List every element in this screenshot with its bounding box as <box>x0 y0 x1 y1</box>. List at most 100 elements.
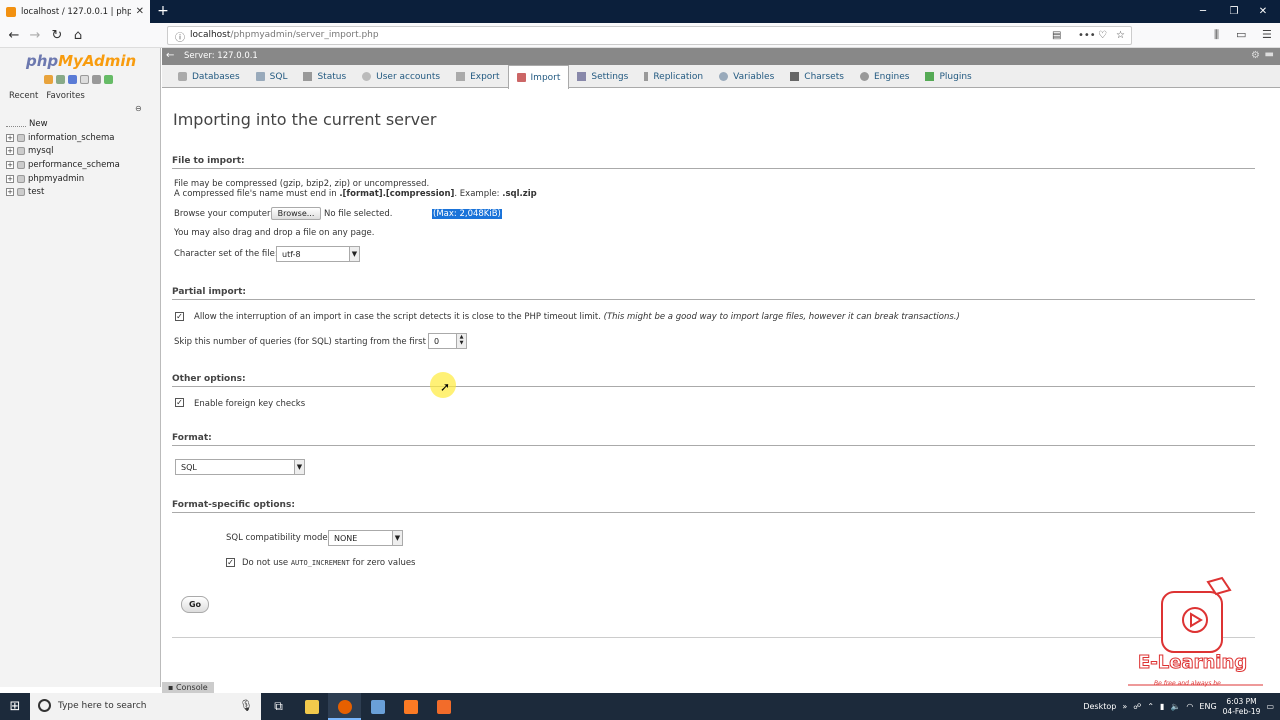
home-icon[interactable] <box>44 75 53 84</box>
tab-databases[interactable]: Databases <box>170 65 248 88</box>
tree-item-mysql[interactable]: + mysql <box>6 144 120 158</box>
task-view-button[interactable]: ⧉ <box>262 693 295 720</box>
compat-mode-select[interactable]: NONE ▼ <box>328 530 403 546</box>
close-tab-icon[interactable]: ✕ <box>136 6 144 17</box>
tree-item-test[interactable]: + test <box>6 185 120 199</box>
firefox-app[interactable] <box>328 693 361 720</box>
close-window-button[interactable]: ✕ <box>1246 0 1280 23</box>
pocket-icon[interactable]: ♡ <box>1098 30 1107 41</box>
tab-variables[interactable]: Variables <box>711 65 782 88</box>
format-select[interactable]: SQL ▼ <box>175 459 305 475</box>
recent-tab[interactable]: Recent <box>9 91 38 101</box>
help-icon[interactable] <box>68 75 77 84</box>
documentation-icon[interactable] <box>80 75 89 84</box>
compat-mode-label: SQL compatibility mode: <box>226 533 331 543</box>
foreign-key-checkbox[interactable]: ✓ <box>175 398 184 407</box>
expand-icon[interactable]: + <box>6 174 14 183</box>
tree-item-performance-schema[interactable]: + performance_schema <box>6 158 120 172</box>
chevron-down-icon: ▼ <box>392 531 402 545</box>
windows-taskbar: ⊞ Type here to search 🎙 ⧉ Desktop » ☍ ⌃ … <box>0 693 1280 720</box>
show-hidden-icons[interactable]: ⌃ <box>1147 702 1154 711</box>
people-icon[interactable]: ☍ <box>1133 702 1141 711</box>
volume-icon[interactable]: 🔈 <box>1170 702 1180 711</box>
gear-icon[interactable]: ⚙ <box>1251 50 1260 61</box>
tab-replication[interactable]: Replication <box>636 65 711 88</box>
charset-select[interactable]: utf-8 ▼ <box>276 246 360 262</box>
microphone-icon[interactable]: 🎙 <box>239 699 253 712</box>
minimize-window-button[interactable]: ─ <box>1186 0 1220 23</box>
site-info-icon[interactable]: ⓘ <box>175 29 185 44</box>
reader-view-icon[interactable]: ▤ <box>1052 30 1061 41</box>
reload-button[interactable]: ↻ <box>48 27 66 44</box>
tab-sql[interactable]: SQL <box>248 65 296 88</box>
xampp-app[interactable] <box>394 693 427 720</box>
phpmyadmin-favicon-icon <box>6 6 16 17</box>
firefox-icon <box>337 699 352 714</box>
library-icon[interactable]: ⫼ <box>1214 28 1219 42</box>
database-icon <box>17 188 25 197</box>
home-button[interactable]: ⌂ <box>69 27 87 44</box>
collapse-all-icon[interactable]: ⊖ <box>135 104 142 113</box>
stepper-icon[interactable]: ▲ ▼ <box>456 334 466 348</box>
browse-button[interactable]: Browse... <box>271 207 321 220</box>
network-icon[interactable]: ▮ <box>1160 702 1164 711</box>
bookmark-star-icon[interactable]: ☆ <box>1116 30 1125 41</box>
tab-user-accounts[interactable]: User accounts <box>354 65 448 88</box>
phpmyadmin-logo[interactable]: phpMyAdmin <box>26 52 136 70</box>
database-icon <box>17 133 25 142</box>
file-explorer-app[interactable] <box>295 693 328 720</box>
expand-icon[interactable]: + <box>6 188 14 197</box>
xampp-control-app[interactable] <box>427 693 460 720</box>
clock[interactable]: 6:03 PM 04-Feb-19 <box>1223 697 1261 717</box>
database-icon <box>17 174 25 183</box>
allow-interrupt-checkbox[interactable]: ✓ <box>175 312 184 321</box>
tree-item-information-schema[interactable]: + information_schema <box>6 131 120 145</box>
notifications-icon[interactable]: ▭ <box>1266 702 1274 711</box>
tab-import[interactable]: Import <box>507 65 570 89</box>
top-menu-tabs: Databases SQL Status User accounts Expor… <box>162 65 1280 89</box>
address-bar[interactable]: ⓘ localhost/phpmyadmin/server_import.php… <box>167 26 1132 45</box>
expand-icon[interactable]: + <box>6 147 14 156</box>
tab-status[interactable]: Status <box>295 65 354 88</box>
database-icon <box>17 147 25 156</box>
browse-label: Browse your computer: <box>174 209 274 219</box>
xampp-icon <box>403 699 418 714</box>
page-actions-icon[interactable]: ••• <box>1078 30 1096 41</box>
tab-engines[interactable]: Engines <box>852 65 918 88</box>
mouse-cursor-icon: ➚ <box>440 380 451 394</box>
wifi-icon[interactable]: ◠ <box>1186 702 1193 711</box>
editor-app[interactable] <box>361 693 394 720</box>
tab-charsets[interactable]: Charsets <box>782 65 852 88</box>
reload-navigation-icon[interactable] <box>104 75 113 84</box>
logout-icon[interactable] <box>56 75 65 84</box>
overflow-icon[interactable]: » <box>1122 702 1127 711</box>
tree-item-new[interactable]: New <box>6 117 120 131</box>
desktop-toolbar[interactable]: Desktop <box>1083 702 1116 711</box>
auto-increment-checkbox[interactable]: ✓ <box>226 558 235 567</box>
new-tab-button[interactable]: + <box>154 2 172 20</box>
tab-plugins[interactable]: Plugins <box>917 65 979 88</box>
taskbar-search[interactable]: Type here to search 🎙 <box>30 693 261 720</box>
sidebar-toggle-icon[interactable]: ▭ <box>1236 28 1246 41</box>
favorites-tab[interactable]: Favorites <box>46 91 84 101</box>
expand-icon[interactable]: + <box>6 160 14 169</box>
tree-item-phpmyadmin[interactable]: + phpmyadmin <box>6 172 120 186</box>
tree-connector <box>6 121 26 127</box>
expand-icon[interactable]: + <box>6 133 14 142</box>
taskbar-search-placeholder: Type here to search <box>58 701 147 711</box>
browser-tab[interactable]: localhost / 127.0.0.1 | phpMyAd ✕ <box>0 0 150 23</box>
go-button[interactable]: Go <box>181 596 209 613</box>
back-button[interactable]: ← <box>5 27 23 44</box>
minimize-panel-icon[interactable]: ▬ <box>1265 49 1274 60</box>
forward-button[interactable]: → <box>26 27 44 44</box>
tab-settings[interactable]: Settings <box>569 65 636 88</box>
collapse-nav-icon[interactable]: ← <box>166 50 174 61</box>
skip-queries-input[interactable]: 0 ▲ ▼ <box>428 333 467 349</box>
server-breadcrumb[interactable]: Server: 127.0.0.1 <box>184 51 258 61</box>
tab-export[interactable]: Export <box>448 65 507 88</box>
hamburger-menu-icon[interactable]: ☰ <box>1262 28 1272 41</box>
settings-icon[interactable] <box>92 75 101 84</box>
console-toggle[interactable]: ▪ Console <box>162 682 214 693</box>
language-indicator[interactable]: ENG <box>1199 702 1216 711</box>
start-button[interactable]: ⊞ <box>0 693 30 720</box>
